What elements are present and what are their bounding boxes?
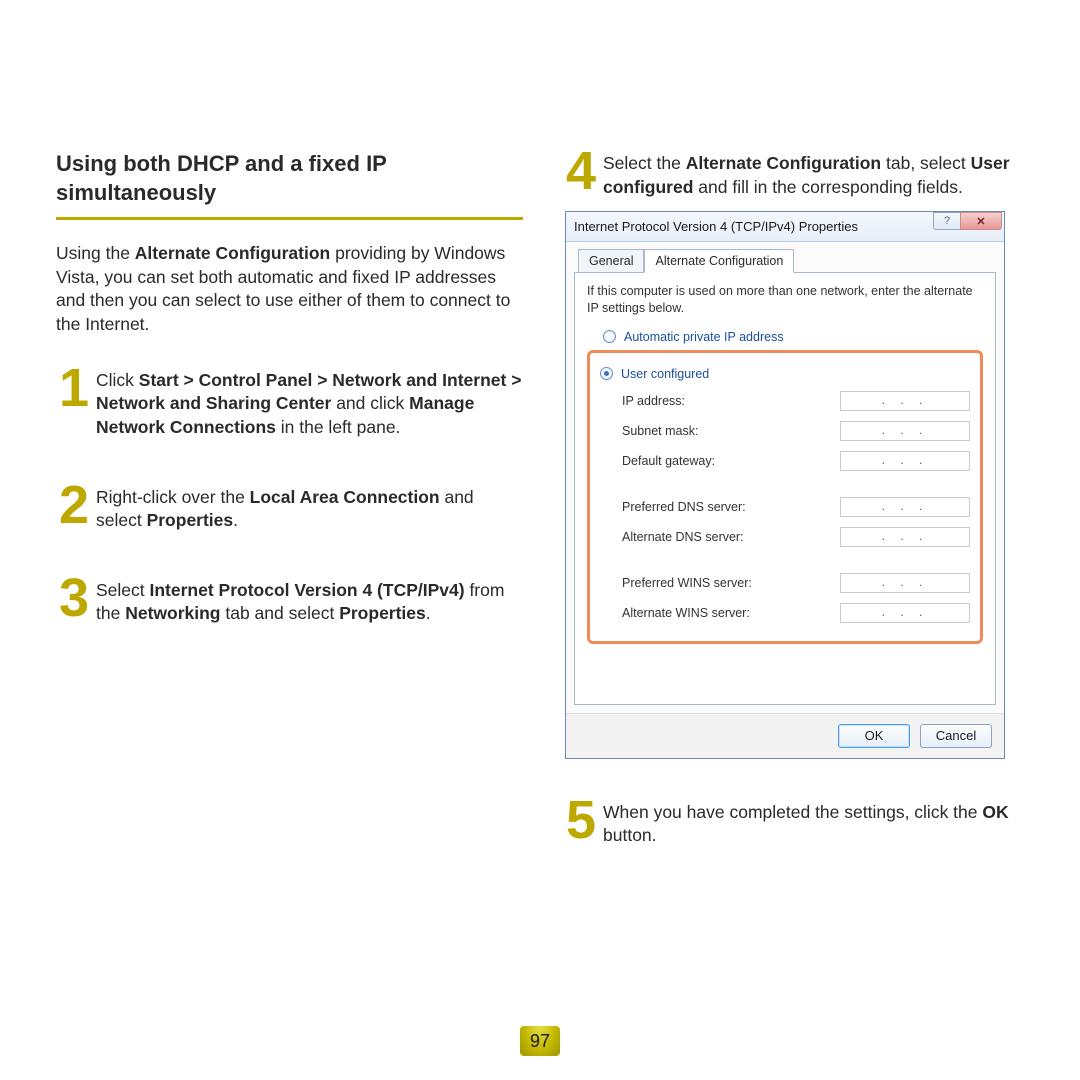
cancel-button[interactable]: Cancel [920, 724, 992, 748]
tab-pane: If this computer is used on more than on… [574, 272, 996, 705]
alternate-wins-input[interactable]: . . . [840, 603, 970, 623]
step-3: 3 Select Internet Protocol Version 4 (TC… [56, 577, 523, 626]
radio-user-configured[interactable]: User configured [600, 367, 970, 381]
text: Using the [56, 243, 135, 263]
step-text: Click Start > Control Panel > Network an… [96, 367, 523, 440]
step-text: Select the Alternate Configuration tab, … [603, 150, 1030, 199]
dialog-body: General Alternate Configuration If this … [566, 242, 1004, 713]
tab-general[interactable]: General [578, 249, 644, 273]
left-column: Using both DHCP and a fixed IP simultane… [56, 150, 523, 892]
ok-button[interactable]: OK [838, 724, 910, 748]
dialog-titlebar: Internet Protocol Version 4 (TCP/IPv4) P… [566, 212, 1004, 242]
alternate-dns-input[interactable]: . . . [840, 527, 970, 547]
text-bold: Local Area Connection [250, 487, 440, 507]
step-number: 3 [56, 577, 90, 619]
field-label: Subnet mask: [622, 424, 698, 438]
default-gateway-input[interactable]: . . . [840, 451, 970, 471]
step-number: 5 [563, 799, 597, 841]
right-column: 4 Select the Alternate Configuration tab… [563, 150, 1030, 892]
window-buttons: ? ✕ [934, 212, 1002, 232]
text: . [426, 603, 431, 623]
text: and fill in the corresponding fields. [693, 177, 962, 197]
radio-automatic-private-ip[interactable]: Automatic private IP address [603, 330, 983, 344]
step-2: 2 Right-click over the Local Area Connec… [56, 484, 523, 533]
field-subnet-mask: Subnet mask: . . . [622, 421, 970, 441]
field-alternate-dns: Alternate DNS server: . . . [622, 527, 970, 547]
text-bold: Properties [339, 603, 426, 623]
text: button. [603, 825, 657, 845]
preferred-dns-input[interactable]: . . . [840, 497, 970, 517]
step-1: 1 Click Start > Control Panel > Network … [56, 367, 523, 440]
text: Select the [603, 153, 686, 173]
text: . [233, 510, 238, 530]
field-preferred-wins: Preferred WINS server: . . . [622, 573, 970, 593]
dialog-actions: OK Cancel [566, 713, 1004, 758]
dialog-title: Internet Protocol Version 4 (TCP/IPv4) P… [574, 219, 858, 234]
field-label: Default gateway: [622, 454, 715, 468]
step-number: 1 [56, 367, 90, 409]
page-number: 97 [530, 1031, 550, 1052]
field-label: Preferred WINS server: [622, 576, 752, 590]
close-icon: ✕ [976, 215, 985, 228]
preferred-wins-input[interactable]: . . . [840, 573, 970, 593]
text: and click [331, 393, 409, 413]
dialog-hint: If this computer is used on more than on… [587, 283, 983, 316]
field-ip-address: IP address: . . . [622, 391, 970, 411]
dialog-tabs: General Alternate Configuration [574, 248, 996, 272]
help-icon: ? [944, 215, 950, 227]
field-default-gateway: Default gateway: . . . [622, 451, 970, 471]
field-alternate-wins: Alternate WINS server: . . . [622, 603, 970, 623]
text: in the left pane. [276, 417, 401, 437]
text-bold: Internet Protocol Version 4 (TCP/IPv4) [150, 580, 465, 600]
text-bold: Networking [125, 603, 220, 623]
radio-icon [603, 330, 616, 343]
text: Right-click over the [96, 487, 250, 507]
help-button[interactable]: ? [933, 212, 961, 230]
step-text: Right-click over the Local Area Connecti… [96, 484, 523, 533]
text: tab and select [221, 603, 340, 623]
step-text: When you have completed the settings, cl… [603, 799, 1030, 848]
text: tab, select [881, 153, 971, 173]
tab-alternate-configuration[interactable]: Alternate Configuration [644, 249, 794, 273]
text: Select [96, 580, 150, 600]
field-label: Alternate WINS server: [622, 606, 750, 620]
intro-paragraph: Using the Alternate Configuration provid… [56, 242, 523, 337]
page-number-badge: 97 [520, 1026, 560, 1056]
text-bold: Alternate Configuration [686, 153, 881, 173]
close-button[interactable]: ✕ [960, 212, 1002, 230]
radio-label: Automatic private IP address [624, 330, 784, 344]
step-number: 4 [563, 150, 597, 192]
radio-icon [600, 367, 613, 380]
step-5: 5 When you have completed the settings, … [563, 799, 1030, 848]
section-title: Using both DHCP and a fixed IP simultane… [56, 150, 523, 220]
field-label: Preferred DNS server: [622, 500, 746, 514]
text: Click [96, 370, 139, 390]
radio-label: User configured [621, 367, 709, 381]
highlighted-user-configured-box: User configured IP address: . . . Subnet… [587, 350, 983, 644]
text-bold: Alternate Configuration [135, 243, 330, 263]
text-bold: Properties [147, 510, 234, 530]
step-4: 4 Select the Alternate Configuration tab… [563, 150, 1030, 199]
text: When you have completed the settings, cl… [603, 802, 982, 822]
ip-address-input[interactable]: . . . [840, 391, 970, 411]
ipv4-properties-dialog: Internet Protocol Version 4 (TCP/IPv4) P… [565, 211, 1005, 759]
page-content: Using both DHCP and a fixed IP simultane… [0, 0, 1080, 892]
subnet-mask-input[interactable]: . . . [840, 421, 970, 441]
step-number: 2 [56, 484, 90, 526]
field-label: Alternate DNS server: [622, 530, 744, 544]
field-preferred-dns: Preferred DNS server: . . . [622, 497, 970, 517]
step-text: Select Internet Protocol Version 4 (TCP/… [96, 577, 523, 626]
field-label: IP address: [622, 394, 685, 408]
text-bold: OK [982, 802, 1008, 822]
